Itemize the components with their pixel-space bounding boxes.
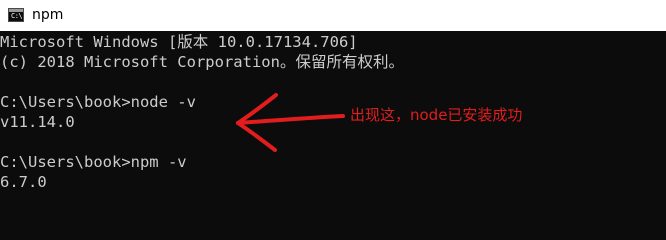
console-output[interactable]: Microsoft Windows [版本 10.0.17134.706] (c… bbox=[0, 31, 666, 210]
title-bar[interactable]: C:\ npm bbox=[0, 0, 666, 31]
console-line-node-command: C:\Users\book>node -v bbox=[0, 93, 196, 111]
terminal-icon: C:\ bbox=[8, 8, 24, 22]
terminal-icon-prompt: C:\ bbox=[11, 12, 23, 20]
console-line-npm-version: 6.7.0 bbox=[0, 173, 47, 191]
terminal-window: C:\ npm Microsoft Windows [版本 10.0.17134… bbox=[0, 0, 666, 210]
annotation-label: 出现这，node已安装成功 bbox=[350, 106, 523, 124]
console-line-copyright: (c) 2018 Microsoft Corporation。保留所有权利。 bbox=[0, 53, 404, 71]
window-title: npm bbox=[32, 7, 64, 23]
console-line-node-version: v11.14.0 bbox=[0, 113, 75, 131]
console-line-npm-command: C:\Users\book>npm -v bbox=[0, 153, 187, 171]
console-line-version: Microsoft Windows [版本 10.0.17134.706] bbox=[0, 33, 358, 51]
